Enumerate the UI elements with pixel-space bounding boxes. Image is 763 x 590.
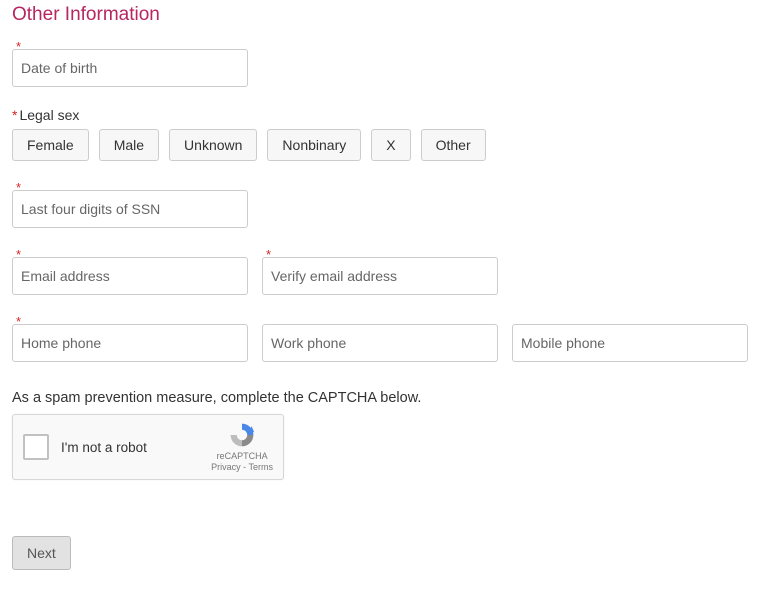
captcha-checkbox-label: I'm not a robot	[61, 440, 211, 455]
legal-sex-options: Female Male Unknown Nonbinary X Other	[12, 129, 751, 161]
legal-sex-option-other[interactable]: Other	[421, 129, 486, 161]
captcha-instruction: As a spam prevention measure, complete t…	[12, 390, 751, 406]
dob-input[interactable]	[12, 49, 248, 87]
verify-email-input[interactable]	[262, 257, 498, 295]
captcha-branding: reCAPTCHA Privacy - Terms	[211, 421, 273, 473]
captcha-brand-text: reCAPTCHA	[211, 451, 273, 462]
recaptcha-icon	[227, 421, 257, 449]
ssn-input[interactable]	[12, 190, 248, 228]
ssn-group: *	[12, 181, 751, 228]
required-marker: *	[12, 107, 17, 123]
email-row: * *	[12, 248, 751, 295]
mobile-phone-input[interactable]	[512, 324, 748, 362]
section-title: Other Information	[12, 4, 751, 26]
phones-row: * * *	[12, 315, 751, 362]
legal-sex-group: *Legal sex Female Male Unknown Nonbinary…	[12, 107, 751, 161]
email-group: *	[12, 248, 248, 295]
legal-sex-option-nonbinary[interactable]: Nonbinary	[267, 129, 361, 161]
verify-email-group: *	[262, 248, 498, 295]
dob-group: *	[12, 40, 751, 87]
captcha-privacy-link[interactable]: Privacy	[211, 462, 241, 472]
legal-sex-option-unknown[interactable]: Unknown	[169, 129, 257, 161]
work-phone-input[interactable]	[262, 324, 498, 362]
legal-sex-option-female[interactable]: Female	[12, 129, 89, 161]
legal-sex-label: Legal sex	[19, 107, 79, 123]
legal-sex-option-male[interactable]: Male	[99, 129, 159, 161]
captcha-checkbox[interactable]	[23, 434, 49, 460]
captcha-widget: I'm not a robot reCAPTCHA Privacy - Term…	[12, 414, 284, 480]
email-input[interactable]	[12, 257, 248, 295]
mobile-phone-group: *	[512, 315, 748, 362]
home-phone-input[interactable]	[12, 324, 248, 362]
legal-sex-option-x[interactable]: X	[371, 129, 410, 161]
next-button[interactable]: Next	[12, 536, 71, 570]
captcha-terms-link[interactable]: Terms	[249, 462, 274, 472]
legal-sex-label-row: *Legal sex	[12, 107, 751, 123]
home-phone-group: *	[12, 315, 248, 362]
captcha-section: As a spam prevention measure, complete t…	[12, 390, 751, 480]
work-phone-group: *	[262, 315, 498, 362]
